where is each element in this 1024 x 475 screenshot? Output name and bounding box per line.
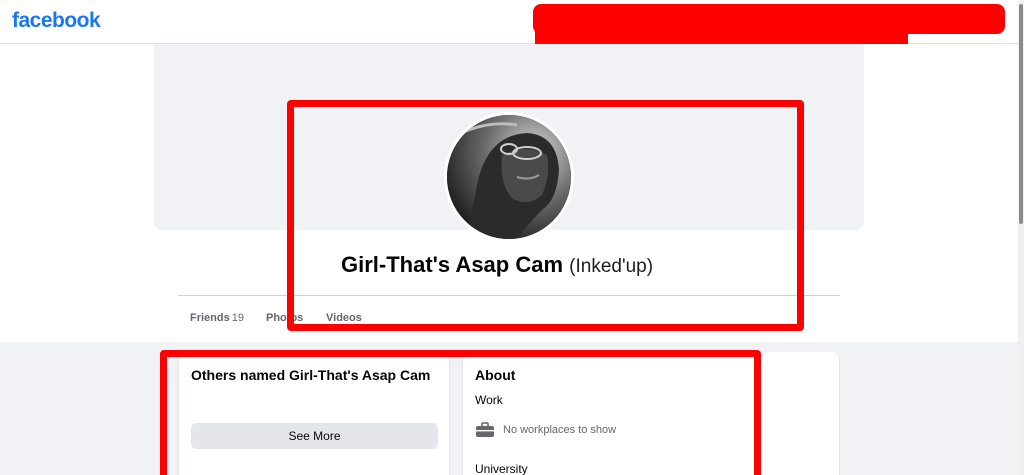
tab-friends[interactable]: Friends 19: [190, 312, 244, 324]
tab-friends-count: 19: [231, 312, 244, 324]
annotation-box: [160, 350, 761, 475]
facebook-logo[interactable]: facebook: [12, 9, 101, 33]
top-bar: facebook: [0, 0, 1024, 53]
annotation-box: [287, 100, 804, 331]
scrollbar-thumb[interactable]: [1019, 4, 1023, 224]
tab-friends-label: Friends: [190, 312, 230, 324]
